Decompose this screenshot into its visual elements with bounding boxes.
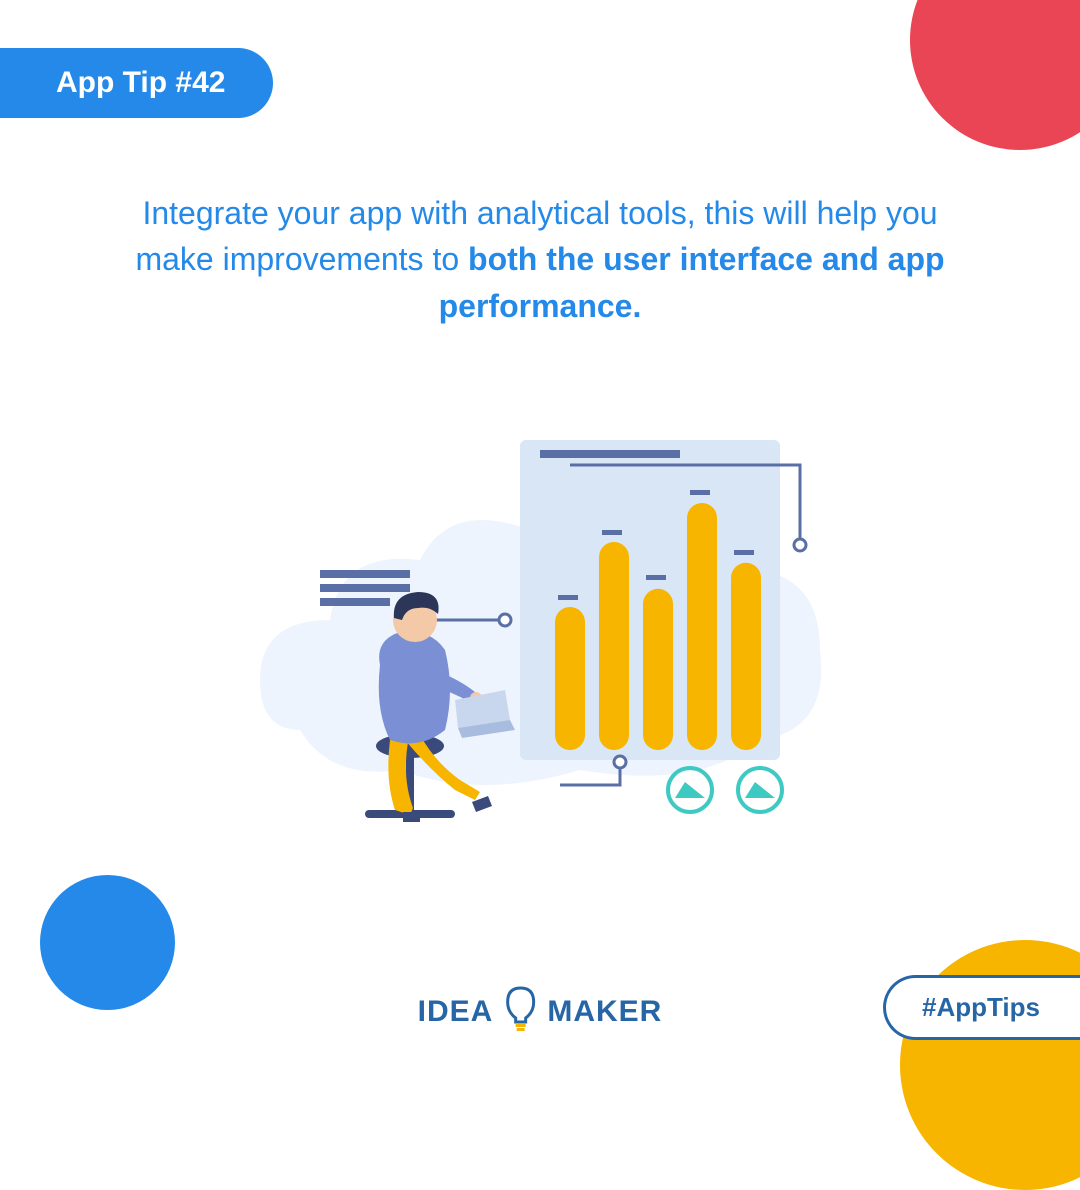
hashtag-label: #AppTips [922, 992, 1040, 1022]
chart-bar [599, 542, 629, 750]
chart-bar [555, 607, 585, 750]
brand-logo: IDEA MAKER [418, 984, 663, 1040]
tip-badge-label: App Tip #42 [56, 66, 225, 99]
chart-bar [643, 589, 673, 750]
chart-bar [731, 563, 761, 750]
chart-bar [687, 503, 717, 750]
tip-text-bold: both the user interface and app performa… [439, 241, 945, 323]
tip-body: Integrate your app with analytical tools… [120, 190, 960, 329]
tip-badge: App Tip #42 [0, 48, 273, 118]
hashtag-pill: #AppTips [883, 975, 1080, 1040]
decorative-blue-circle [40, 875, 175, 1010]
lightbulb-icon [501, 984, 539, 1040]
logo-word-2: MAKER [547, 995, 662, 1029]
decorative-red-circle [910, 0, 1080, 150]
analytics-illustration [220, 370, 860, 850]
logo-word-1: IDEA [418, 995, 494, 1029]
